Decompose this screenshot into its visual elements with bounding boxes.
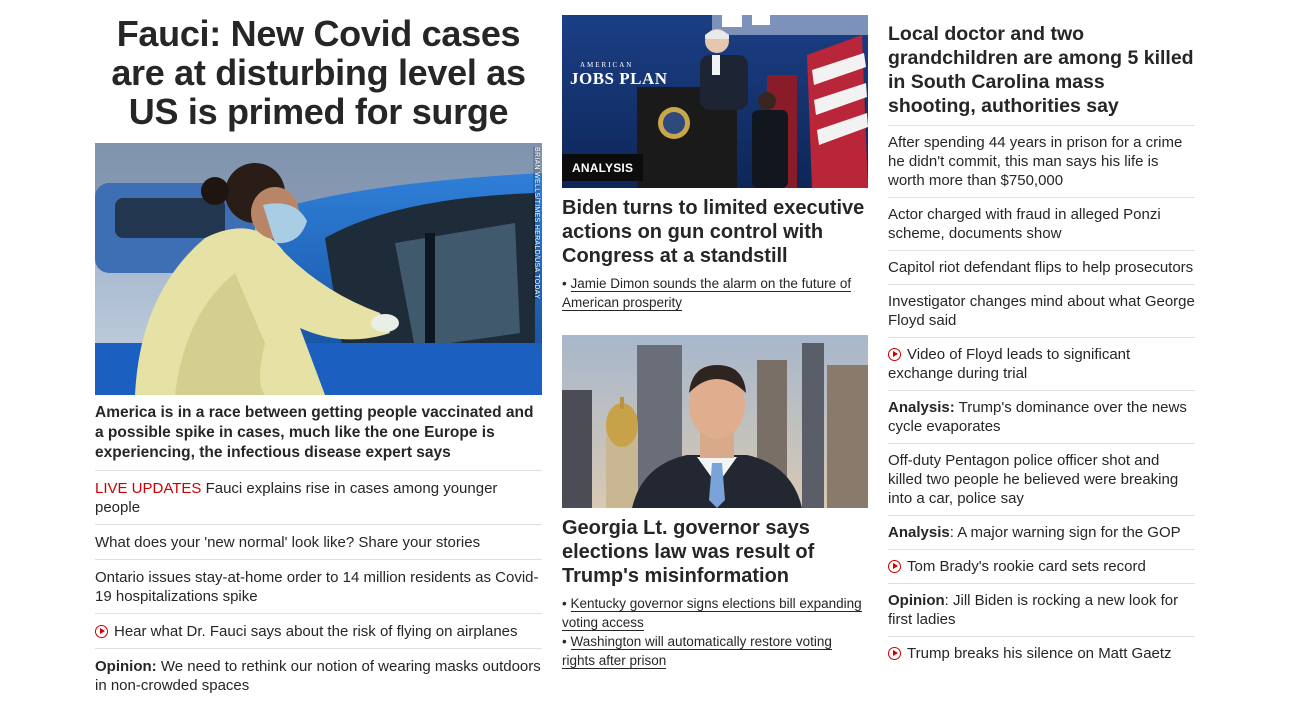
story-card-title[interactable]: Biden turns to limited executive actions… <box>562 196 868 268</box>
related-headlines-list: LIVE UPDATES Fauci explains rise in case… <box>95 471 542 702</box>
list-item-text: We need to rethink our notion of wearing… <box>95 658 541 694</box>
analysis-badge: ANALYSIS <box>562 154 644 181</box>
list-item-text: Tom Brady's rookie card sets record <box>907 558 1146 575</box>
list-item-text: Investigator changes mind about what Geo… <box>888 293 1195 329</box>
photo-credit: BRIAN WELLS/TIMES HERALD/USA TODAY <box>533 147 540 300</box>
list-item[interactable]: Opinion: We need to rethink our notion o… <box>95 649 542 702</box>
story-card-title[interactable]: Georgia Lt. governor says elections law … <box>562 516 868 588</box>
list-item-text: Off-duty Pentagon police officer shot an… <box>888 452 1179 507</box>
list-item[interactable]: Hear what Dr. Fauci says about the risk … <box>95 614 542 649</box>
list-item[interactable]: LIVE UPDATES Fauci explains rise in case… <box>95 471 542 525</box>
related-link[interactable]: • Washington will automatically restore … <box>562 632 868 670</box>
list-item[interactable]: Analysis: Trump's dominance over the new… <box>888 391 1195 444</box>
play-circle-icon <box>888 560 901 573</box>
list-item[interactable]: Actor charged with fraud in alleged Ponz… <box>888 198 1195 251</box>
story-card-image[interactable]: AMERICAN JOBS PLAN ANALYSIS <box>562 15 868 188</box>
opinion-label: Opinion <box>888 592 945 609</box>
list-item[interactable]: Analysis: A major warning sign for the G… <box>888 516 1195 550</box>
related-link-text: Washington will automatically restore vo… <box>562 634 832 669</box>
story-card-image[interactable] <box>562 335 868 508</box>
bullet: • <box>562 596 567 611</box>
related-link-text: Kentucky governor signs elections bill e… <box>562 596 862 631</box>
live-updates-label: LIVE UPDATES <box>95 480 202 497</box>
story-card: AMERICAN JOBS PLAN ANALYSIS Biden turns … <box>562 15 868 312</box>
list-item[interactable]: Investigator changes mind about what Geo… <box>888 285 1195 338</box>
list-item[interactable]: What does your 'new normal' look like? S… <box>95 525 542 560</box>
related-link[interactable]: • Kentucky governor signs elections bill… <box>562 594 868 632</box>
list-item[interactable]: Trump breaks his silence on Matt Gaetz <box>888 637 1195 670</box>
list-item[interactable]: Capitol riot defendant flips to help pro… <box>888 251 1195 285</box>
headlines-list: After spending 44 years in prison for a … <box>888 125 1195 670</box>
analysis-label: Analysis: <box>888 399 955 416</box>
list-item-text: Video of Floyd leads to significant exch… <box>888 346 1131 382</box>
lead-subheadline[interactable]: America is in a race between getting peo… <box>95 395 542 471</box>
list-item[interactable]: After spending 44 years in prison for a … <box>888 126 1195 198</box>
list-item-text: Ontario issues stay-at-home order to 14 … <box>95 569 539 605</box>
list-item[interactable]: Off-duty Pentagon police officer shot an… <box>888 444 1195 516</box>
list-item[interactable]: Tom Brady's rookie card sets record <box>888 550 1195 584</box>
lead-story-column: Fauci: New Covid cases are at disturbing… <box>95 14 542 702</box>
lead-headline[interactable]: Fauci: New Covid cases are at disturbing… <box>95 14 542 131</box>
list-item[interactable]: Ontario issues stay-at-home order to 14 … <box>95 560 542 614</box>
lead-story-image[interactable]: BRIAN WELLS/TIMES HERALD/USA TODAY <box>95 143 542 395</box>
list-item[interactable]: Opinion: Jill Biden is rocking a new loo… <box>888 584 1195 637</box>
play-circle-icon <box>95 625 108 638</box>
bullet: • <box>562 634 567 649</box>
sign-text: AMERICAN JOBS PLAN <box>570 61 668 88</box>
play-circle-icon <box>888 348 901 361</box>
section-headline[interactable]: Local doctor and two grandchildren are a… <box>888 22 1195 118</box>
list-item-text: After spending 44 years in prison for a … <box>888 134 1183 189</box>
analysis-label: Analysis <box>888 524 950 541</box>
right-column: Local doctor and two grandchildren are a… <box>888 22 1195 670</box>
related-link[interactable]: • Jamie Dimon sounds the alarm on the fu… <box>562 274 868 312</box>
related-link-text: Jamie Dimon sounds the alarm on the futu… <box>562 276 852 311</box>
list-item-text: Trump breaks his silence on Matt Gaetz <box>907 645 1172 662</box>
list-item[interactable]: Video of Floyd leads to significant exch… <box>888 338 1195 391</box>
middle-column: AMERICAN JOBS PLAN ANALYSIS Biden turns … <box>562 15 868 670</box>
list-item-text: What does your 'new normal' look like? S… <box>95 534 481 551</box>
play-circle-icon <box>888 647 901 660</box>
healthcare-worker-photo <box>95 143 542 395</box>
bullet: • <box>562 276 567 291</box>
story-card: Georgia Lt. governor says elections law … <box>562 335 868 670</box>
list-item-text: : A major warning sign for the GOP <box>949 524 1181 541</box>
list-item-text: Capitol riot defendant flips to help pro… <box>888 259 1194 276</box>
opinion-label: Opinion: <box>95 658 157 675</box>
list-item-text: Actor charged with fraud in alleged Ponz… <box>888 206 1161 242</box>
lt-governor-photo <box>562 335 868 508</box>
list-item-text: Hear what Dr. Fauci says about the risk … <box>114 623 518 640</box>
